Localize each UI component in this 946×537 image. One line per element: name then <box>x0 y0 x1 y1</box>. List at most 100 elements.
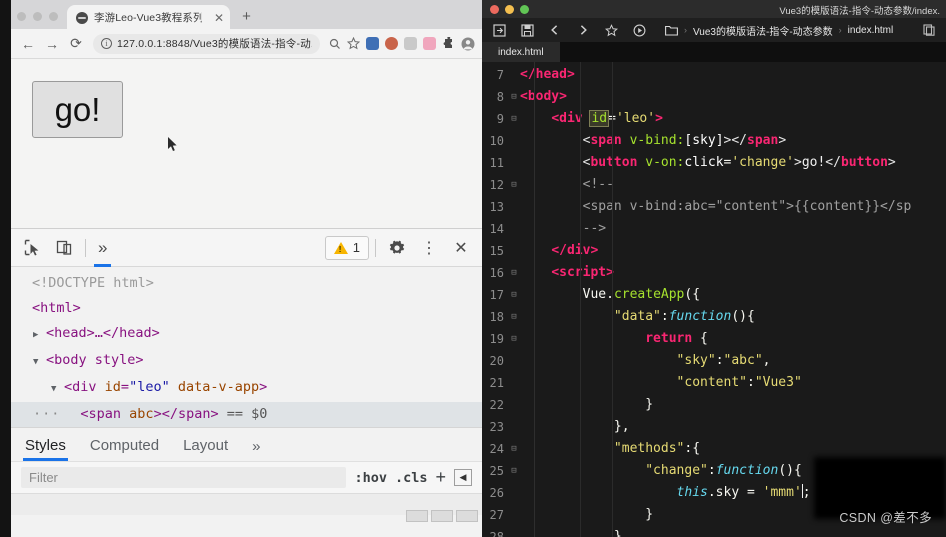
bookmark-icon[interactable] <box>604 23 618 37</box>
bookmark-star-icon[interactable] <box>345 35 362 52</box>
fold-toggle-icon[interactable]: ⊟ <box>508 262 520 284</box>
fold-toggle-icon[interactable]: ⊟ <box>508 460 520 482</box>
window-controls[interactable] <box>11 12 67 29</box>
run-icon[interactable] <box>632 24 646 37</box>
dom-row[interactable]: ▼ <body style> <box>11 348 482 375</box>
code-line[interactable]: 15 </div> <box>482 240 946 262</box>
dom-ellipsis[interactable]: ··· <box>33 406 60 422</box>
forward-icon[interactable] <box>576 24 590 36</box>
code-line[interactable]: 21 "content":"Vue3" <box>482 372 946 394</box>
code-line[interactable]: 8 ⊟ <body> <box>482 86 946 108</box>
warning-badge[interactable]: 1 <box>324 235 369 260</box>
profile-avatar-icon[interactable] <box>459 35 476 52</box>
code-line[interactable]: 14 --> <box>482 218 946 240</box>
hover-state-button[interactable]: :hov <box>354 470 387 486</box>
code-line[interactable]: 13 <span v-bind:abc="content">{{content}… <box>482 196 946 218</box>
devtools-close-icon[interactable]: ✕ <box>446 235 476 261</box>
code-line[interactable]: 19 ⊟ return { <box>482 328 946 350</box>
code-line[interactable]: 11 <button v-on:click='change'>go!</butt… <box>482 152 946 174</box>
gear-icon[interactable] <box>382 235 412 261</box>
code-area[interactable]: 7</head>8⊟<body>9⊟ <div id='leo'>10 <spa… <box>482 62 946 537</box>
code-line[interactable]: 22 } <box>482 394 946 416</box>
window-zoom-icon[interactable] <box>520 4 529 14</box>
line-number: 16 <box>489 266 504 280</box>
code-line[interactable]: 9 ⊟ <div id='leo'> <box>482 108 946 130</box>
fold-toggle-icon[interactable]: ⊟ <box>508 108 520 130</box>
code-token: { <box>692 331 708 346</box>
expand-triangle-icon[interactable]: ▶ <box>33 323 46 348</box>
open-file-icon[interactable] <box>492 23 506 37</box>
code-line[interactable]: 18 ⊟ "data":function(){ <box>482 306 946 328</box>
dom-row[interactable]: <!DOCTYPE html> <box>11 271 482 296</box>
window-close-icon[interactable] <box>490 4 499 14</box>
device-toolbar-icon[interactable] <box>49 235 79 261</box>
fold-toggle-icon[interactable]: ⊟ <box>508 438 520 460</box>
extensions-puzzle-icon[interactable] <box>440 35 457 52</box>
fold-toggle-icon[interactable]: ⊟ <box>508 174 520 196</box>
computed-sidebar-toggle[interactable]: ◀ <box>454 469 472 486</box>
zoom-icon[interactable] <box>326 35 343 52</box>
window-maximize-dot[interactable] <box>49 12 58 21</box>
code-line[interactable]: 16 ⊟ <script> <box>482 262 946 284</box>
extension-pen-icon[interactable] <box>402 35 419 52</box>
reload-icon[interactable]: ⟳ <box>65 33 87 55</box>
close-icon[interactable]: ✕ <box>208 11 224 25</box>
code-line[interactable]: 17 ⊟ Vue.createApp({ <box>482 284 946 306</box>
code-line[interactable]: 23 }, <box>482 416 946 438</box>
back-icon[interactable]: ← <box>17 33 39 55</box>
inspect-element-icon[interactable] <box>17 235 47 261</box>
editor-tab-index-html[interactable]: index.html <box>482 42 560 62</box>
copy-icon[interactable] <box>922 24 936 36</box>
folder-icon[interactable] <box>664 25 678 36</box>
site-info-icon[interactable]: i <box>101 38 112 49</box>
kebab-menu-icon[interactable]: ⋮ <box>414 235 444 261</box>
more-tabs-button[interactable]: » <box>252 438 260 461</box>
new-tab-button[interactable]: + <box>230 8 261 29</box>
fold-toggle-icon[interactable]: ⊟ <box>508 284 520 306</box>
mac-window-controls[interactable] <box>490 4 529 14</box>
more-panels-button[interactable]: » <box>92 238 113 267</box>
window-minimize-dot[interactable] <box>33 12 42 21</box>
save-icon[interactable] <box>520 23 534 37</box>
tab-layout[interactable]: Layout <box>183 437 228 461</box>
extension-pink-icon[interactable] <box>421 35 438 52</box>
filter-input[interactable]: Filter <box>21 467 347 488</box>
expand-triangle-icon[interactable]: ▼ <box>33 350 46 375</box>
new-style-rule-button[interactable]: + <box>435 467 446 488</box>
fold-toggle-icon[interactable]: ⊟ <box>508 86 520 108</box>
dom-div-close: > <box>259 379 268 395</box>
forward-icon[interactable]: → <box>41 33 63 55</box>
code-line[interactable]: 10 <span v-bind:[sky]></span> <box>482 130 946 152</box>
dom-div-tag: <div <box>64 379 97 395</box>
browser-tab-title: 李游Leo-Vue3教程系列 <box>94 12 202 24</box>
code-line[interactable]: 20 "sky":"abc", <box>482 350 946 372</box>
go-button[interactable]: go! <box>32 81 123 138</box>
tab-computed[interactable]: Computed <box>90 437 159 461</box>
code-line[interactable]: 7 </head> <box>482 64 946 86</box>
code-line[interactable]: 12 ⊟ <!-- <box>482 174 946 196</box>
code-token: <script> <box>551 265 614 280</box>
extension-j-icon[interactable] <box>383 35 400 52</box>
browser-tab[interactable]: 李游Leo-Vue3教程系列 ✕ <box>67 5 231 30</box>
breadcrumb-project[interactable]: Vue3的模版语法-指令-动态参数 <box>693 23 833 38</box>
dom-row[interactable]: <html> <box>11 296 482 321</box>
back-icon[interactable] <box>548 24 562 36</box>
dom-row-div[interactable]: ▼ <div id="leo" data-v-app> <box>11 375 482 402</box>
dom-row-selected[interactable]: ··· <span abc></span> == $0 <box>11 402 482 427</box>
code-token: (){ <box>778 463 802 478</box>
class-button[interactable]: .cls <box>395 470 428 486</box>
fold-toggle-icon[interactable]: ⊟ <box>508 328 520 350</box>
extension-s-icon[interactable] <box>364 35 381 52</box>
code-token: go! <box>801 155 826 170</box>
expand-triangle-icon[interactable]: ▼ <box>51 377 64 402</box>
address-bar[interactable]: i 127.0.0.1:8848/Vue3的模版语法-指令-动... <box>93 33 320 54</box>
line-number: 12 <box>489 178 504 192</box>
fold-toggle-icon[interactable]: ⊟ <box>508 306 520 328</box>
tab-styles[interactable]: Styles <box>23 437 68 461</box>
window-close-dot[interactable] <box>17 12 26 21</box>
line-number: 18 <box>489 310 504 324</box>
breadcrumb-file[interactable]: index.html <box>848 25 894 36</box>
window-minimize-icon[interactable] <box>505 4 514 14</box>
code-editor-window: Vue3的模版语法-指令-动态参数/index. › Vue3的模版语法-指令-… <box>482 0 946 537</box>
dom-row[interactable]: ▶ <head>…</head> <box>11 321 482 348</box>
